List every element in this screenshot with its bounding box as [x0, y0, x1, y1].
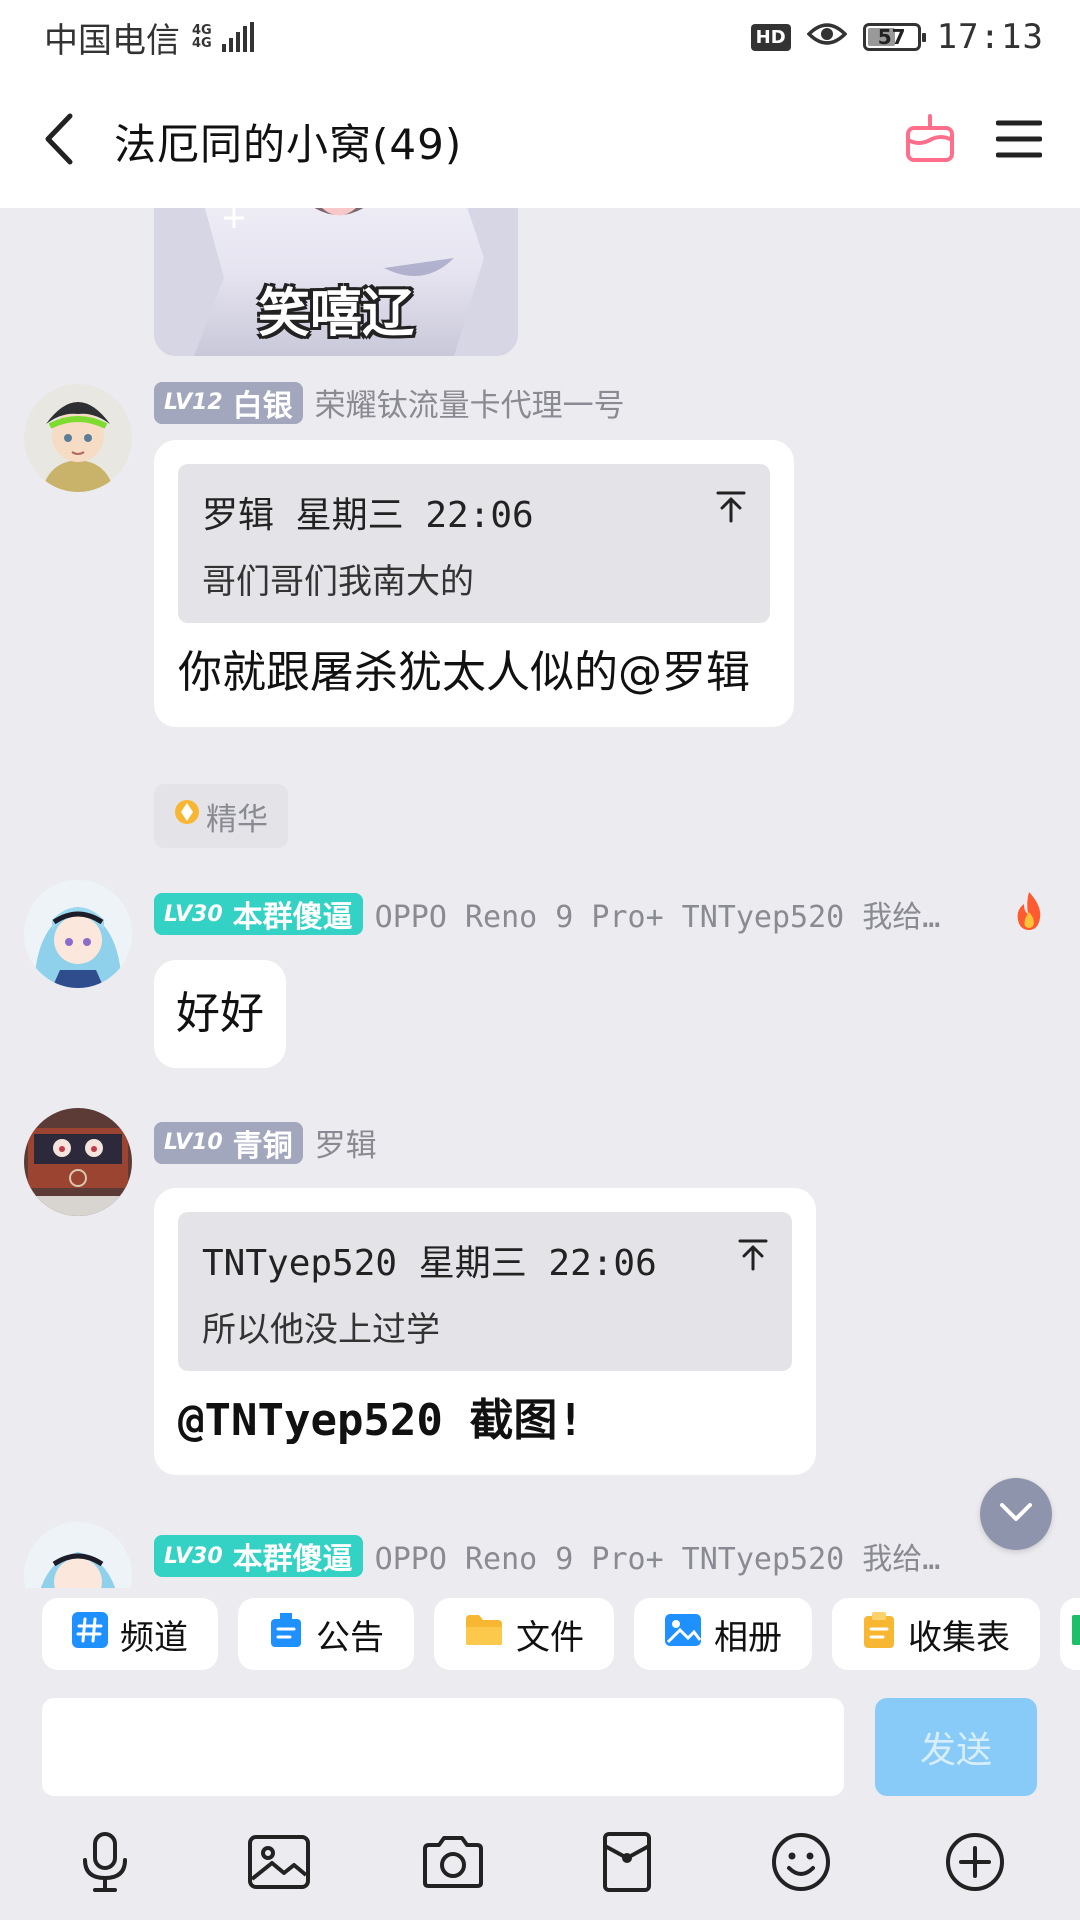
announcement-icon [268, 1611, 304, 1658]
plus-icon [945, 1832, 1005, 1896]
jump-to-original-icon[interactable] [714, 490, 748, 528]
microphone-icon [79, 1832, 131, 1896]
folder-icon [464, 1613, 504, 1656]
shortcut-files[interactable]: 文件 [434, 1598, 614, 1670]
level-badge[interactable]: LV10 青铜 [154, 1121, 303, 1164]
eye-icon [806, 17, 848, 57]
carrier-name: 中国电信 [44, 20, 180, 61]
message-meta: LV12 白银 荣耀钛流量卡代理一号 [154, 380, 625, 425]
signal-icon [221, 22, 254, 52]
shortcut-bar[interactable]: 频道 公告 文件 相册 收集表 [0, 1588, 1080, 1680]
sender-name[interactable]: 罗辑 [315, 1120, 377, 1165]
message-text: @TNTyep520 截图! [178, 1395, 584, 1446]
level-number: LV10 [164, 1130, 223, 1155]
message-meta: LV30 本群傻逼 OPPO Reno 9 Pro+ TNTyep520 我给… [154, 1534, 940, 1578]
avatar[interactable] [24, 1108, 132, 1216]
diamond-icon [174, 797, 200, 835]
sender-name[interactable]: OPPO Reno 9 Pro+ TNTyep520 我给… [375, 892, 941, 936]
level-badge[interactable]: LV30 本群傻逼 [154, 893, 363, 935]
sender-name[interactable]: OPPO Reno 9 Pro+ TNTyep520 我给… [375, 1534, 941, 1578]
message-text: 好好 [176, 988, 264, 1039]
level-rank: 青铜 [232, 1128, 293, 1164]
message-input[interactable] [42, 1698, 844, 1796]
camera-button[interactable] [413, 1824, 493, 1904]
sticker-caption: 笑嘻辽 [257, 284, 414, 344]
group-title: 法厄同的小窝(49) [114, 119, 463, 169]
album-icon [664, 1612, 702, 1657]
level-number: LV30 [164, 1543, 223, 1569]
shortcut-channel[interactable]: 频道 [42, 1598, 218, 1670]
level-rank: 本群傻逼 [232, 900, 353, 935]
quoted-message[interactable]: 罗辑 星期三 22:06 哥们哥们我南大的 [178, 464, 770, 623]
level-rank: 本群傻逼 [232, 1542, 353, 1577]
camera-icon [421, 1835, 485, 1893]
level-number: LV12 [164, 390, 223, 415]
status-bar: 中国电信 4G 4G HD 57 17:13 [0, 0, 1080, 74]
avatar[interactable] [24, 880, 132, 988]
avatar[interactable] [24, 1522, 132, 1588]
channel-hash-icon [72, 1611, 108, 1657]
chat-header: 法厄同的小窝(49) [0, 74, 1080, 208]
quote-header: 罗辑 星期三 22:06 [202, 495, 534, 536]
sticker-image[interactable]: 笑嘻辽 [154, 208, 518, 356]
shortcut-label: 公告 [316, 1617, 384, 1658]
message-bubble[interactable]: 罗辑 星期三 22:06 哥们哥们我南大的 你就跟屠杀犹太人似的@罗辑 [154, 440, 794, 727]
composer: 发送 [0, 1680, 1080, 1920]
shortcut-label: 相册 [714, 1617, 782, 1658]
message-meta: LV30 本群傻逼 OPPO Reno 9 Pro+ TNTyep520 我给… [154, 892, 1046, 936]
message-bubble[interactable]: 好好 [154, 960, 286, 1068]
clipboard-icon [862, 1611, 896, 1658]
essence-label: 精华 [206, 801, 268, 838]
quoted-message[interactable]: TNTyep520 星期三 22:06 所以他没上过学 [178, 1212, 792, 1371]
emoji-icon [771, 1832, 831, 1896]
message-text: 你就跟屠杀犹太人似的@罗辑 [178, 647, 750, 698]
level-number: LV30 [164, 901, 223, 927]
chat-messages[interactable]: 笑嘻辽 LV12 白银 荣耀钛流量卡代理一号 罗辑 星期三 22:06 哥们哥们… [0, 208, 1080, 1588]
send-button[interactable]: 发送 [875, 1698, 1037, 1796]
back-button[interactable] [24, 106, 94, 176]
battery-level: 57 [877, 25, 906, 49]
level-badge[interactable]: LV30 本群傻逼 [154, 1535, 363, 1577]
quote-text: 哥们哥们我南大的 [202, 562, 474, 602]
clock: 17:13 [936, 17, 1044, 57]
quote-header: TNTyep520 星期三 22:06 [202, 1243, 657, 1284]
essence-tag[interactable]: 精华 [154, 784, 288, 848]
cake-icon[interactable] [904, 114, 956, 168]
shortcut-label: 频道 [120, 1617, 188, 1658]
input-toolbar [0, 1820, 1080, 1908]
network-type-bottom: 4G [192, 36, 212, 51]
voice-button[interactable] [65, 1824, 145, 1904]
shortcut-more[interactable] [1060, 1598, 1080, 1670]
red-packet-button[interactable] [587, 1824, 667, 1904]
jump-to-original-icon[interactable] [736, 1238, 770, 1276]
partial-icon [1072, 1613, 1080, 1656]
shortcut-form[interactable]: 收集表 [832, 1598, 1040, 1670]
more-button[interactable] [935, 1824, 1015, 1904]
network-type: 4G 4G [192, 24, 212, 50]
menu-icon[interactable] [995, 119, 1043, 163]
chevron-down-icon [999, 1502, 1033, 1526]
battery-icon: 57 [862, 23, 926, 51]
level-badge[interactable]: LV12 白银 [154, 381, 303, 424]
sender-name[interactable]: 荣耀钛流量卡代理一号 [315, 380, 625, 425]
scroll-to-bottom-button[interactable] [980, 1478, 1052, 1550]
flame-icon [1012, 890, 1046, 936]
red-packet-icon [602, 1832, 652, 1896]
message-bubble[interactable]: TNTyep520 星期三 22:06 所以他没上过学 @TNTyep520 截… [154, 1188, 816, 1475]
level-rank: 白银 [232, 388, 293, 424]
shortcut-album[interactable]: 相册 [634, 1598, 812, 1670]
quote-text: 所以他没上过学 [202, 1310, 440, 1350]
message-meta: LV10 青铜 罗辑 [154, 1120, 377, 1165]
image-icon [248, 1835, 310, 1893]
back-arrow-icon [44, 113, 74, 169]
shortcut-label: 收集表 [908, 1617, 1010, 1658]
shortcut-announcement[interactable]: 公告 [238, 1598, 414, 1670]
carrier-group: 中国电信 4G 4G [44, 13, 254, 62]
image-button[interactable] [239, 1824, 319, 1904]
emoji-button[interactable] [761, 1824, 841, 1904]
hd-voice-icon: HD [750, 23, 791, 51]
shortcut-label: 文件 [516, 1617, 584, 1658]
avatar[interactable] [24, 384, 132, 492]
